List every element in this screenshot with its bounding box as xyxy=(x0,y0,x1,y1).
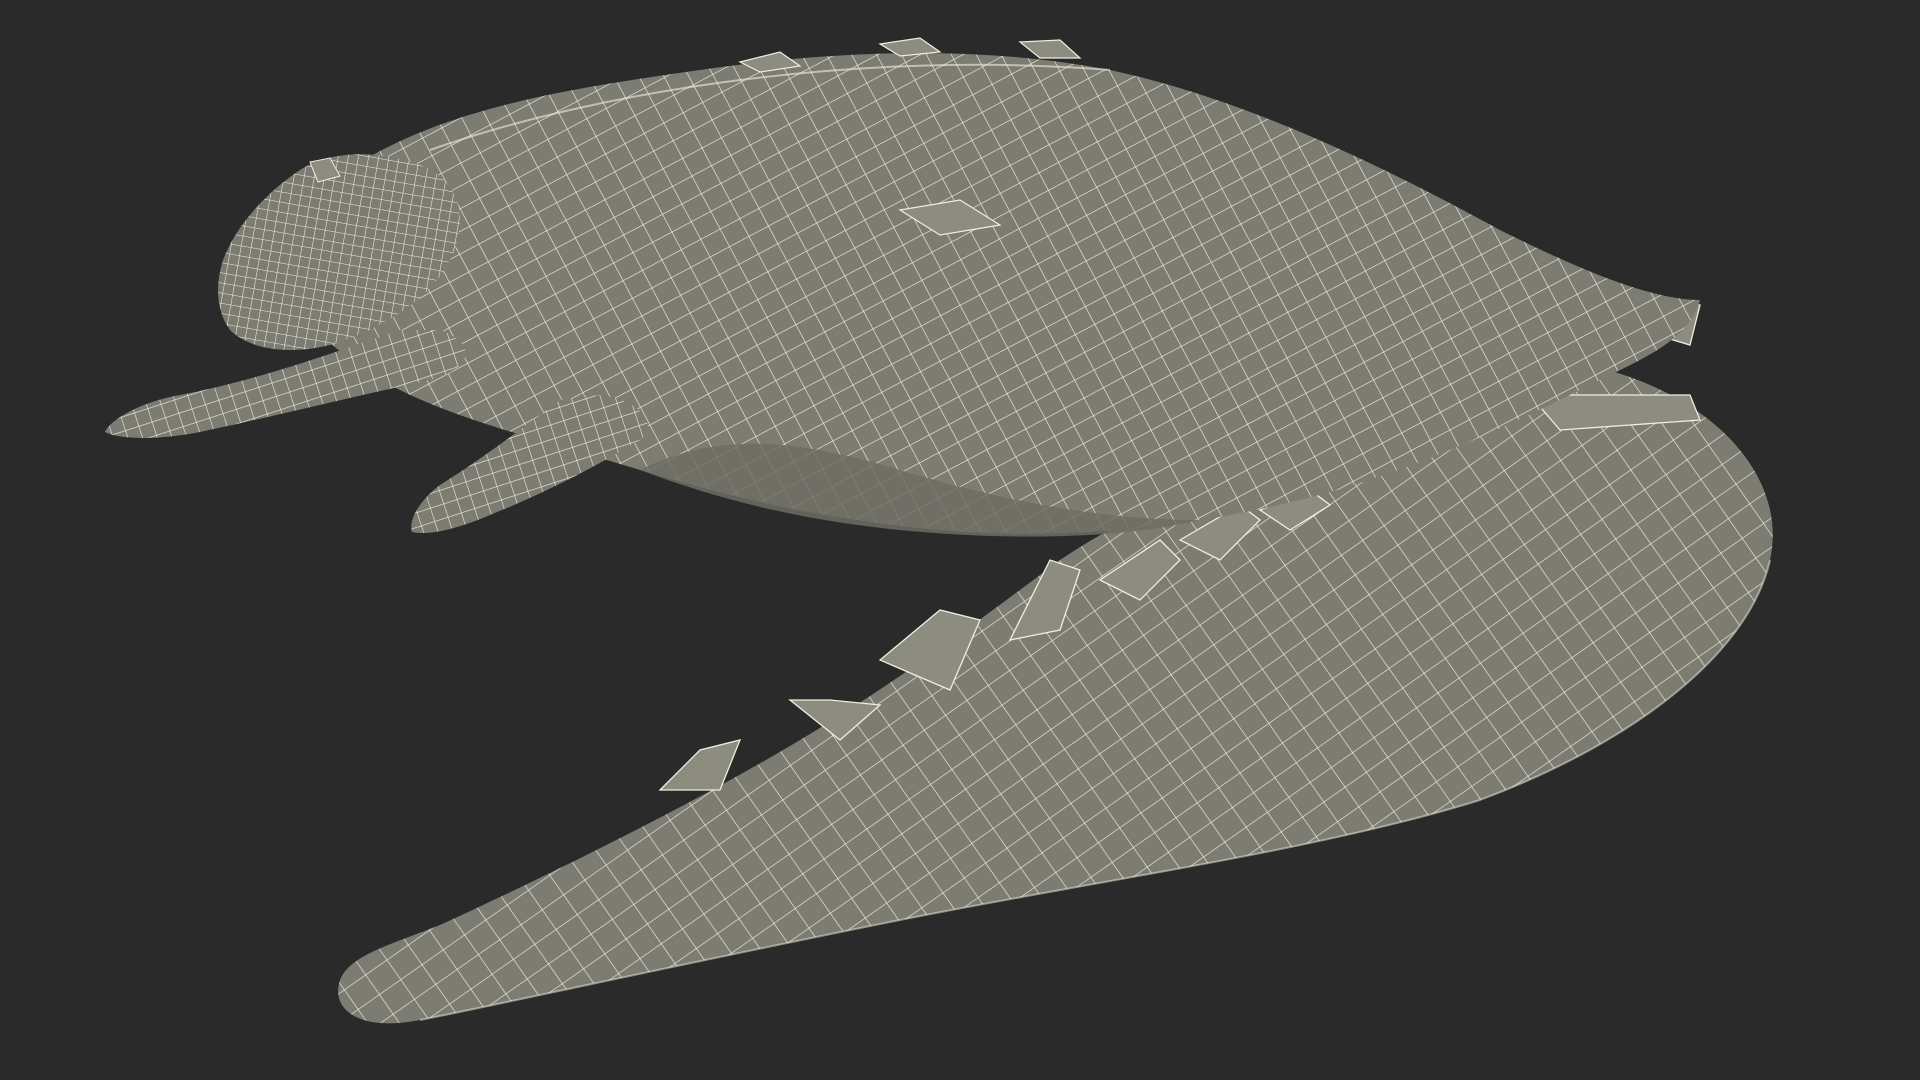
3d-viewport[interactable] xyxy=(0,0,1920,1080)
wireframe-render xyxy=(105,37,1773,1024)
back-spike xyxy=(1018,39,1082,59)
back-spike xyxy=(878,37,942,57)
